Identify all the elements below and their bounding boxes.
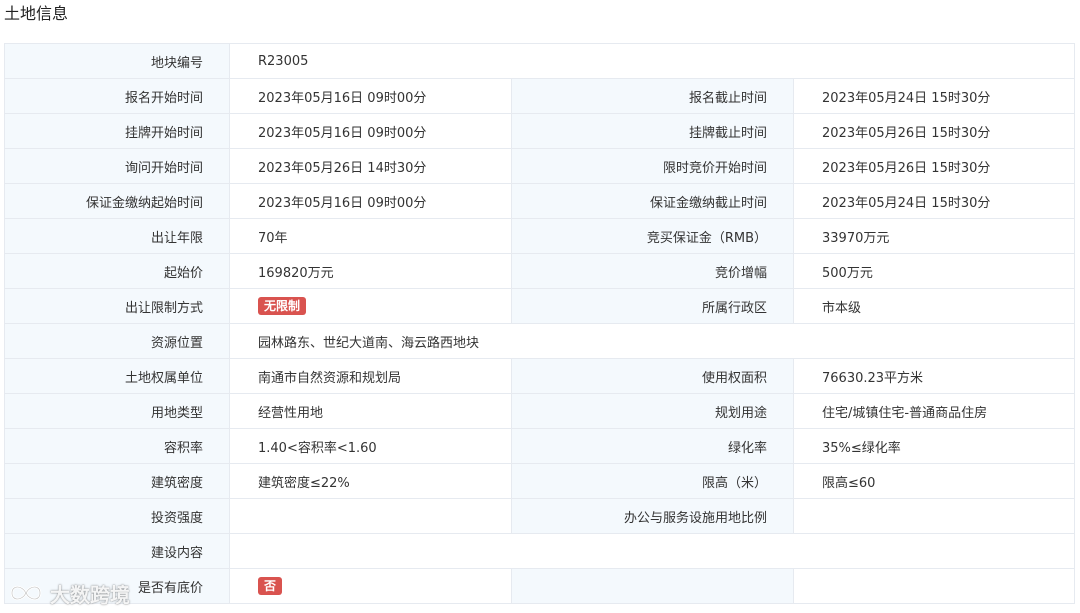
field-value: 500万元 — [792, 253, 1076, 289]
field-label — [511, 568, 794, 604]
field-label: 是否有底价 — [4, 568, 230, 604]
table-row: 建设内容 — [4, 533, 1076, 569]
table-row: 询问开始时间 2023年05月26日 14时30分 限时竞价开始时间 2023年… — [4, 148, 1076, 184]
field-value: 2023年05月26日 14时30分 — [229, 148, 512, 184]
table-row: 用地类型 经营性用地 规划用途 住宅/城镇住宅-普通商品住房 — [4, 393, 1076, 429]
table-row: 资源位置 园林路东、世纪大道南、海云路西地块 — [4, 323, 1076, 359]
field-value: 2023年05月16日 09时00分 — [229, 113, 512, 149]
table-row: 起始价 169820万元 竞价增幅 500万元 — [4, 253, 1076, 289]
field-label: 绿化率 — [511, 428, 794, 464]
field-value: 建筑密度≤22% — [229, 463, 512, 499]
field-label: 建筑密度 — [4, 463, 230, 499]
field-value: 南通市自然资源和规划局 — [229, 358, 512, 394]
field-label: 土地权属单位 — [4, 358, 230, 394]
table-row: 建筑密度 建筑密度≤22% 限高（米） 限高≤60 — [4, 463, 1076, 499]
field-label: 容积率 — [4, 428, 230, 464]
field-label: 挂牌截止时间 — [511, 113, 794, 149]
field-value: 无限制 — [229, 288, 512, 324]
field-value — [229, 498, 512, 534]
table-row: 出让年限 70年 竞买保证金（RMB） 33970万元 — [4, 218, 1076, 254]
field-value — [792, 498, 1076, 534]
field-label: 建设内容 — [4, 533, 230, 569]
table-row: 保证金缴纳起始时间 2023年05月16日 09时00分 保证金缴纳截止时间 2… — [4, 183, 1076, 219]
field-label: 出让限制方式 — [4, 288, 230, 324]
field-value: 限高≤60 — [792, 463, 1076, 499]
field-value: 35%≤绿化率 — [792, 428, 1076, 464]
field-label: 竞价增幅 — [511, 253, 794, 289]
field-label: 起始价 — [4, 253, 230, 289]
field-value: 2023年05月26日 15时30分 — [792, 148, 1076, 184]
table-row: 出让限制方式 无限制 所属行政区 市本级 — [4, 288, 1076, 324]
field-value: 住宅/城镇住宅-普通商品住房 — [792, 393, 1076, 429]
field-value: 2023年05月24日 15时30分 — [792, 78, 1076, 114]
table-row: 挂牌开始时间 2023年05月16日 09时00分 挂牌截止时间 2023年05… — [4, 113, 1076, 149]
field-value: 否 — [229, 568, 512, 604]
field-value: 2023年05月24日 15时30分 — [792, 183, 1076, 219]
field-label: 询问开始时间 — [4, 148, 230, 184]
field-value: 70年 — [229, 218, 512, 254]
field-value: 33970万元 — [792, 218, 1076, 254]
field-value: 市本级 — [792, 288, 1076, 324]
field-label: 规划用途 — [511, 393, 794, 429]
land-info-table: 地块编号 R23005 报名开始时间 2023年05月16日 09时00分 报名… — [4, 43, 1076, 604]
field-label: 报名截止时间 — [511, 78, 794, 114]
field-label: 保证金缴纳截止时间 — [511, 183, 794, 219]
field-value: 76630.23平方米 — [792, 358, 1076, 394]
table-row: 地块编号 R23005 — [4, 43, 1076, 79]
field-label: 办公与服务设施用地比例 — [511, 498, 794, 534]
table-row: 容积率 1.40<容积率<1.60 绿化率 35%≤绿化率 — [4, 428, 1076, 464]
field-label: 限时竞价开始时间 — [511, 148, 794, 184]
field-label: 报名开始时间 — [4, 78, 230, 114]
table-row: 土地权属单位 南通市自然资源和规划局 使用权面积 76630.23平方米 — [4, 358, 1076, 394]
restriction-badge: 无限制 — [258, 297, 307, 315]
field-value: 园林路东、世纪大道南、海云路西地块 — [228, 323, 1076, 359]
field-value: 2023年05月16日 09时00分 — [229, 183, 512, 219]
field-value — [228, 533, 1076, 569]
field-label: 使用权面积 — [511, 358, 794, 394]
field-label: 挂牌开始时间 — [4, 113, 230, 149]
field-label: 出让年限 — [4, 218, 230, 254]
field-value: 1.40<容积率<1.60 — [229, 428, 512, 464]
field-value: 169820万元 — [229, 253, 512, 289]
field-value: R23005 — [228, 43, 1076, 79]
field-label: 所属行政区 — [511, 288, 794, 324]
table-row: 是否有底价 否 — [4, 568, 1076, 604]
reserve-price-badge: 否 — [258, 577, 283, 595]
field-label: 资源位置 — [4, 323, 230, 359]
field-label: 地块编号 — [4, 43, 230, 79]
field-value: 2023年05月26日 15时30分 — [792, 113, 1076, 149]
field-value: 2023年05月16日 09时00分 — [229, 78, 512, 114]
field-value — [792, 568, 1076, 604]
table-row: 报名开始时间 2023年05月16日 09时00分 报名截止时间 2023年05… — [4, 78, 1076, 114]
field-label: 用地类型 — [4, 393, 230, 429]
field-value: 经营性用地 — [229, 393, 512, 429]
field-label: 限高（米） — [511, 463, 794, 499]
table-row: 投资强度 办公与服务设施用地比例 — [4, 498, 1076, 534]
field-label: 竞买保证金（RMB） — [511, 218, 794, 254]
section-title: 土地信息 — [4, 4, 69, 23]
field-label: 投资强度 — [4, 498, 230, 534]
field-label: 保证金缴纳起始时间 — [4, 183, 230, 219]
